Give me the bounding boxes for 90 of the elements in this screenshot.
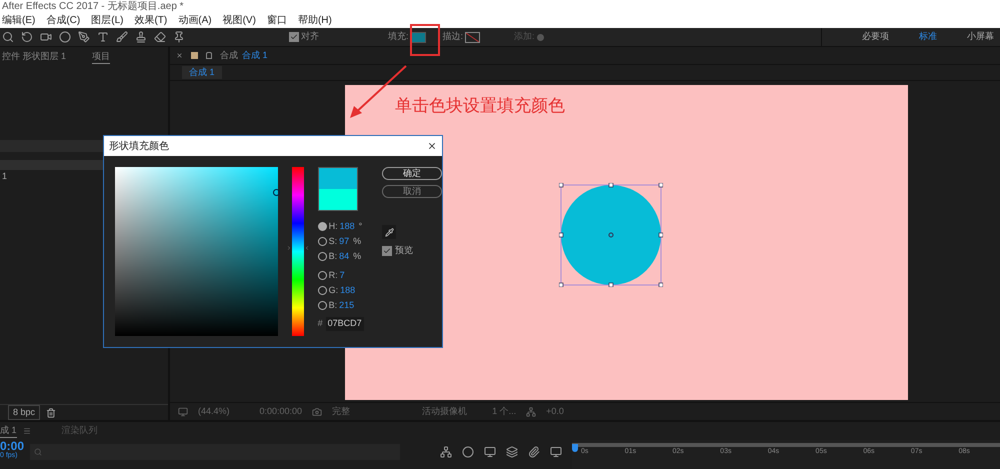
stamp-icon[interactable] [135,31,147,43]
pin-icon[interactable] [173,31,185,43]
color-field[interactable] [115,167,278,336]
field-label: S: [328,234,338,248]
menu-item[interactable]: 视图(V) [222,13,256,28]
value-field[interactable]: 84 [339,250,350,264]
current-time[interactable]: 0:00 [0,440,30,452]
field-label: H: [328,220,338,233]
zoom-dropdown[interactable]: (44.4%) [198,404,230,418]
clip-icon[interactable] [528,446,540,458]
playhead-icon[interactable] [572,444,578,452]
color-cursor-icon[interactable] [273,189,280,196]
search-icon[interactable] [2,31,14,43]
menu-item[interactable]: 帮助(H) [298,13,332,28]
menu-item[interactable]: 图层(L) [91,13,124,28]
pen-icon[interactable] [78,31,90,43]
views-dropdown[interactable]: 1 个... [492,404,516,418]
panel-tab[interactable]: 项目 [92,50,110,64]
panel-tab[interactable]: 控件 形状图层 1 [2,50,66,64]
eyedropper-icon[interactable] [382,225,396,239]
composition-color-icon [191,52,198,59]
camera-icon[interactable] [40,31,52,43]
cancel-button[interactable]: 取消 [382,185,442,198]
monitor-icon[interactable] [178,406,188,416]
hue-slider-thumb[interactable] [286,244,310,252]
close-icon[interactable] [427,141,437,151]
search-field[interactable] [30,444,400,460]
workspace-tab[interactable]: 标准 [919,30,937,44]
hex-label: # [318,317,323,330]
snap-label: 对齐 [301,30,319,44]
network-icon[interactable] [526,406,536,416]
lock-icon[interactable] [206,52,212,59]
field-label: G: [328,284,338,297]
resolution-dropdown[interactable]: 完整 [332,404,392,418]
rotate-icon[interactable] [21,31,33,43]
hierarchy-icon[interactable] [440,446,452,458]
workspace-tab[interactable]: 必要项 [862,30,889,44]
radio-button[interactable] [318,237,327,246]
exposure-value[interactable]: +0.0 [546,404,564,418]
value-field[interactable]: 215 [339,298,354,312]
dialog-title: 形状填充颜色 [109,140,169,154]
search-icon [34,448,42,456]
trash-icon[interactable] [46,408,56,418]
text-icon[interactable] [97,31,109,43]
menu-item[interactable]: 动画(A) [178,13,212,28]
annotation-text: 单击色块设置填充颜色 [395,95,565,118]
ellipse-icon[interactable] [59,31,71,43]
menu-item[interactable]: 窗口 [266,13,287,28]
eraser-icon[interactable] [154,31,166,43]
snap-checkbox[interactable] [289,32,299,42]
highlight-frame [410,24,440,56]
layers-icon[interactable] [506,446,518,458]
radio-button[interactable] [318,222,327,231]
composition-tab[interactable]: 合成 1 [242,48,268,62]
field-label: B: [328,298,338,312]
field-label: R: [328,268,338,282]
camera-icon[interactable] [312,406,322,416]
value-field[interactable]: 97 [339,234,350,248]
menu-icon[interactable] [22,427,31,435]
bpc-button[interactable]: 8 bpc [8,404,40,420]
radio-button[interactable] [318,286,327,295]
timeline-tab[interactable]: 成 1 [0,424,17,438]
field-label: B: [328,250,338,263]
hue-slider-track[interactable] [292,167,304,336]
brush-icon[interactable] [116,31,128,43]
hex-field[interactable]: 07BCD7 [326,317,364,330]
preview-checkbox[interactable] [382,246,392,256]
stroke-swatch[interactable] [465,32,480,42]
fill-label: 填充: [388,30,409,44]
menu-item[interactable]: 编辑(E) [2,13,36,28]
value-field[interactable]: 188 [340,220,355,234]
menu-item[interactable]: 效果(T) [134,13,168,28]
ok-button[interactable]: 确定 [382,167,442,180]
value-field[interactable]: 188 [340,284,356,298]
workspace-tab[interactable]: 小屏幕 [967,30,994,44]
unit-label: % [353,234,362,248]
preview-label: 预览 [395,244,413,257]
tab-prefix: 合成 [220,48,238,62]
composition-subtab[interactable]: 合成 1 [182,66,222,80]
menu-item[interactable]: 合成(C) [46,13,80,28]
camera-dropdown[interactable]: 活动摄像机 [422,404,482,418]
unit-label: ° [358,220,362,233]
time-field[interactable]: 0:00:00:00 [260,404,302,418]
unit-label: % [353,250,362,263]
radio-button[interactable] [318,252,327,261]
stroke-label: 描边: [442,30,464,44]
radio-button[interactable] [318,271,327,280]
radio-button[interactable] [318,301,327,310]
value-field[interactable]: 7 [340,268,345,282]
window-title: After Effects CC 2017 - 无标题项目.aep * [2,0,185,13]
